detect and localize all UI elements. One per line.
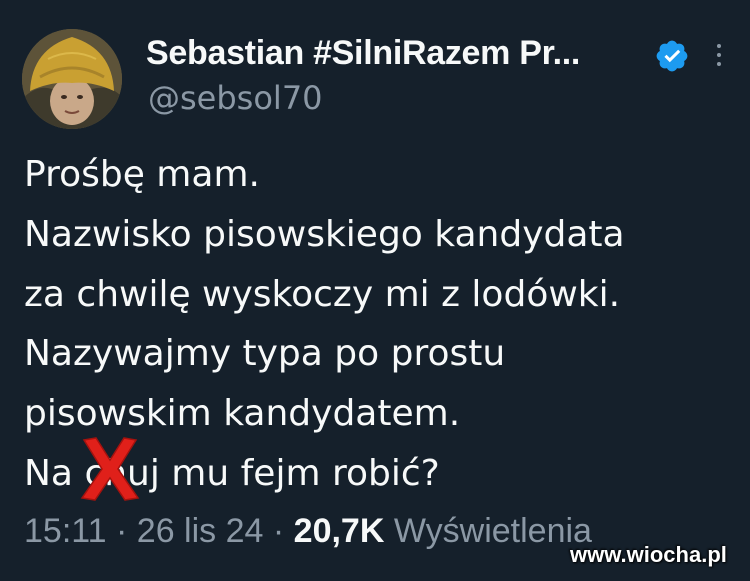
views-count: 20,7K <box>293 512 385 550</box>
tweet-text: Prośbę mam. Nazwisko pisowskiego kandyda… <box>24 145 744 504</box>
tweet-line: Nazywajmy typa po prostu <box>24 333 506 375</box>
watermark: www.wiocha.pl <box>570 542 727 567</box>
tweet-line: Prośbę mam. <box>24 154 260 195</box>
tweet-text-before: Na <box>24 452 85 494</box>
tweet-meta: 15:11 · 26 lis 24 · 20,7K Wyświetlenia <box>24 512 592 551</box>
avatar-image <box>22 29 122 129</box>
tweet-date[interactable]: 26 lis 24 <box>137 512 264 550</box>
tweet-line: za chwilę wyskoczy mi z lodówki. <box>24 273 621 315</box>
avatar[interactable] <box>22 29 122 129</box>
meta-separator: · <box>272 512 285 550</box>
verified-badge-icon <box>656 40 688 72</box>
red-x-censor-icon <box>80 437 140 501</box>
tweet-time[interactable]: 15:11 <box>24 512 107 550</box>
tweet-text-after: uj mu fejm robić? <box>127 452 440 494</box>
author-name[interactable]: Sebastian #SilniRazem Pr... <box>146 34 580 73</box>
tweet-line-last: Na ch uj mu fejm robić? <box>24 437 744 504</box>
censored-phrase: Na ch <box>24 437 140 504</box>
meta-separator: · <box>116 512 128 550</box>
author-handle[interactable]: @sebsol70 <box>148 79 323 117</box>
views-label: Wyświetlenia <box>393 512 592 550</box>
tweet-line: Nazwisko pisowskiego kandydata <box>24 213 625 255</box>
more-options-icon[interactable] <box>714 44 724 74</box>
